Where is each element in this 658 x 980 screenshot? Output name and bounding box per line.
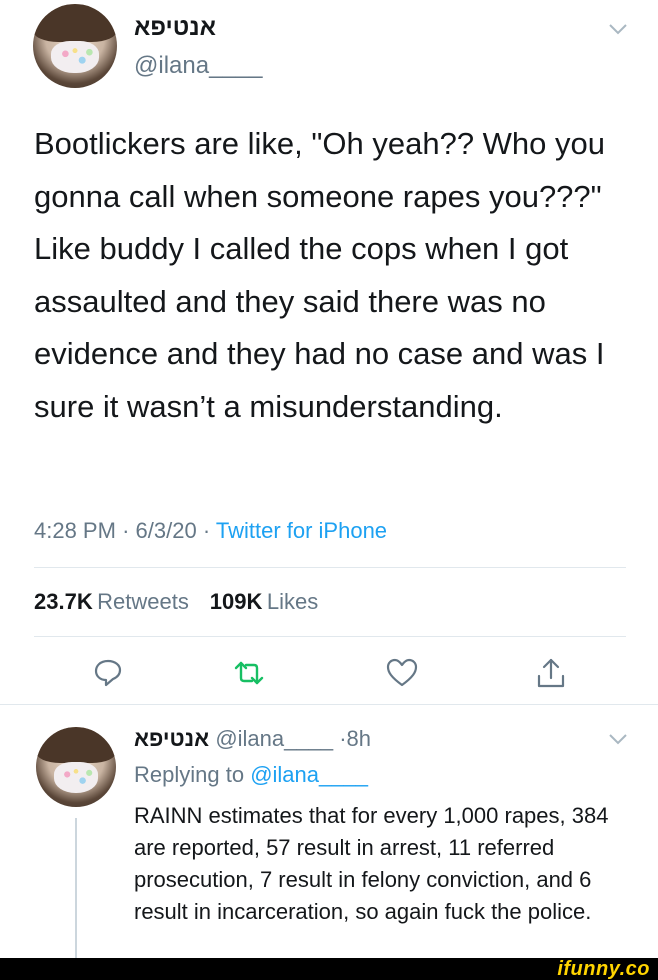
tweet-meta: 4:28 PM · 6/3/20 · Twitter for iPhone [34, 518, 387, 544]
reply-header: אנטיפא @ilana____ ·8h [134, 726, 371, 752]
reply-display-name[interactable]: אנטיפא [134, 726, 209, 751]
divider [0, 704, 658, 705]
thread-line [75, 818, 77, 958]
meta-separator: · [339, 726, 347, 751]
replying-to: Replying to @ilana____ [134, 762, 368, 788]
meta-separator: · [202, 518, 211, 543]
display-name[interactable]: אנטיפא [134, 14, 216, 42]
ifunny-logo: ifunny.co [557, 958, 650, 980]
tweet-text: Bootlickers are like, "Oh yeah?? Who you… [34, 126, 606, 424]
retweets-stat[interactable]: 23.7K Retweets [34, 589, 193, 614]
replying-to-handle[interactable]: @ilana____ [250, 762, 368, 787]
divider [34, 636, 626, 637]
tweet-date[interactable]: 6/3/20 [136, 518, 197, 543]
share-icon[interactable] [535, 656, 567, 690]
reply-text: RAINN estimates that for every 1,000 rap… [134, 803, 609, 924]
likes-count: 109K [209, 589, 263, 614]
tweet-source-link[interactable]: Twitter for iPhone [216, 518, 387, 543]
likes-stat[interactable]: 109K Likes [210, 589, 318, 614]
tweet-time[interactable]: 4:28 PM [34, 518, 116, 543]
avatar[interactable] [36, 727, 116, 807]
likes-label: Likes [266, 589, 319, 614]
meta-separator: · [122, 518, 130, 543]
reply-icon[interactable] [92, 656, 124, 688]
reply-age[interactable]: 8h [347, 726, 371, 751]
heart-icon[interactable] [385, 657, 419, 689]
retweets-label: Retweets [97, 589, 189, 614]
tweet-stats: 23.7K Retweets 109K Likes [34, 589, 318, 615]
retweet-icon[interactable] [232, 658, 266, 688]
retweets-count: 23.7K [34, 589, 93, 614]
divider [34, 567, 626, 568]
watermark-bar: ifunny.co [0, 958, 658, 980]
chevron-down-icon[interactable] [606, 730, 630, 748]
chevron-down-icon[interactable] [606, 20, 630, 38]
handle[interactable]: @ilana____ [134, 52, 262, 80]
replying-prefix: Replying to [134, 762, 245, 787]
reply-handle[interactable]: @ilana____ [215, 726, 333, 751]
avatar[interactable] [33, 4, 117, 88]
